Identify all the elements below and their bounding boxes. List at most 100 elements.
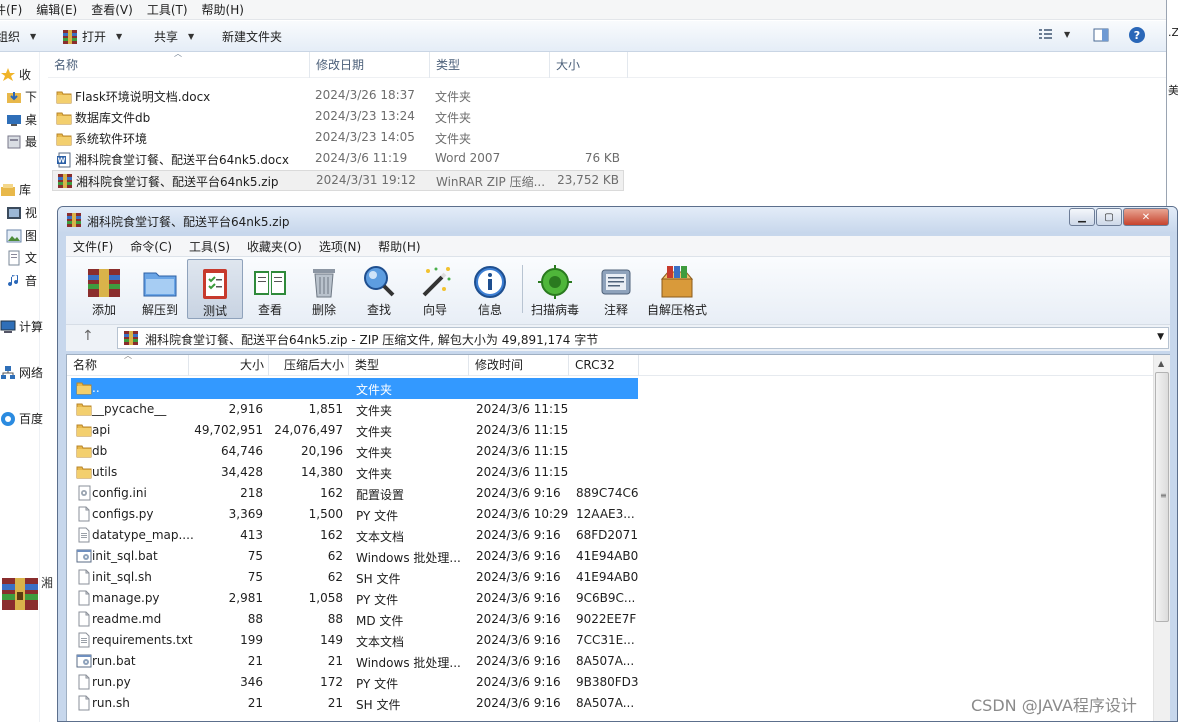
nav-baidu[interactable]: 百度 xyxy=(0,410,43,427)
entry-packed-size: 62 xyxy=(327,549,343,563)
menu-tools[interactable]: 工具(T) xyxy=(147,1,188,18)
nav-music[interactable]: 音 xyxy=(6,272,37,289)
wr-col-crc[interactable]: CRC32 xyxy=(569,355,639,376)
nav-network[interactable]: 网络 xyxy=(0,364,43,381)
nav-libraries[interactable]: 库 xyxy=(0,181,31,198)
add-button[interactable]: 添加 xyxy=(76,259,132,319)
file-row[interactable]: 系统软件环境 2024/3/23 14:05 文件夹 xyxy=(52,128,624,149)
test-button[interactable]: 测试 xyxy=(187,259,243,319)
nav-downloads[interactable]: 下 xyxy=(6,88,37,105)
archive-row[interactable]: run.sh 21 21 SH 文件 2024/3/6 9:16 8A507A... xyxy=(67,693,647,714)
delete-button[interactable]: 删除 xyxy=(296,259,352,319)
maximize-button[interactable]: ▢ xyxy=(1096,208,1122,226)
entry-mtime: 2024/3/6 11:15 xyxy=(476,465,569,479)
row-highlight: readme.md 88 88 MD 文件 2024/3/6 9:16 9022EE7F xyxy=(71,609,638,630)
file-row[interactable]: 湘科院食堂订餐、配送平台64nk5.zip 2024/3/31 19:12 WinR… xyxy=(52,170,624,191)
archive-row[interactable]: utils 34,428 14,380 文件夹 2024/3/6 11:15 xyxy=(67,462,647,483)
wr-col-size[interactable]: 大小 xyxy=(189,355,269,376)
wr-menu-commands[interactable]: 命令(C) xyxy=(130,238,172,255)
entry-size: 3,369 xyxy=(228,507,263,521)
file-row[interactable]: W 湘科院食堂订餐、配送平台64nk5.docx 2024/3/6 11:19 Wor… xyxy=(52,149,624,170)
entry-packed-size: 21 xyxy=(327,696,343,710)
file-row[interactable]: 数据库文件db 2024/3/23 13:24 文件夹 xyxy=(52,107,624,128)
archive-row[interactable]: api 49,702,951 24,076,497 文件夹 2024/3/6 11:15 xyxy=(67,420,647,441)
open-button[interactable]: 打开 ▼ xyxy=(62,28,122,45)
row-highlight: manage.py 2,981 1,058 PY 文件 2024/3/6 9:16 9C6… xyxy=(71,588,638,609)
dock-label: 湘 xyxy=(41,576,54,590)
archive-row[interactable]: manage.py 2,981 1,058 PY 文件 2024/3/6 9:16 9C6… xyxy=(67,588,647,609)
archive-row[interactable]: init_sql.sh 75 62 SH 文件 2024/3/6 9:16 41E94AB… xyxy=(67,567,647,588)
comment-button[interactable]: 注释 xyxy=(588,259,644,319)
archive-row[interactable]: db 64,746 20,196 文件夹 2024/3/6 11:15 xyxy=(67,441,647,462)
info-button[interactable]: 信息 xyxy=(462,259,518,319)
test-clipboard-icon xyxy=(203,269,227,299)
find-button[interactable]: 查找 xyxy=(351,259,407,319)
nav-recent[interactable]: 最 xyxy=(6,133,37,150)
archive-row[interactable]: configs.py 3,369 1,500 PY 文件 2024/3/6 10:29 1… xyxy=(67,504,647,525)
wr-col-type[interactable]: 类型 xyxy=(349,355,469,376)
winrar-icon[interactable] xyxy=(0,574,40,614)
music-library-icon xyxy=(8,274,19,286)
col-type[interactable]: 类型 xyxy=(430,52,550,78)
entry-size: 88 xyxy=(247,612,263,626)
tool-label: 注释 xyxy=(603,303,628,317)
share-button[interactable]: 共享 ▼ xyxy=(154,28,194,45)
archive-row[interactable]: requirements.txt 199 149 文本文档 2024/3/6 9:16 7… xyxy=(67,630,647,651)
file-icon xyxy=(76,674,92,690)
organize-button[interactable]: 组织 ▼ xyxy=(0,28,36,45)
entry-name: .. xyxy=(92,381,100,395)
wr-col-mtime[interactable]: 修改时间 xyxy=(469,355,569,376)
wr-menu-help[interactable]: 帮助(H) xyxy=(378,238,420,255)
menu-help[interactable]: 帮助(H) xyxy=(202,1,244,18)
nav-desktop[interactable]: 桌 xyxy=(6,111,37,128)
scroll-up-icon[interactable]: ▲ xyxy=(1158,359,1164,368)
menu-file[interactable]: 件(F) xyxy=(0,1,22,18)
wr-menu-favorites[interactable]: 收藏夹(O) xyxy=(247,238,302,255)
nav-computer[interactable]: 计算 xyxy=(0,318,43,335)
extract-to-button[interactable]: 解压到 xyxy=(132,259,188,319)
archive-row[interactable]: init_sql.bat 75 62 Windows 批处理... 2024/3/6 9… xyxy=(67,546,647,567)
file-row[interactable]: Flask环境说明文档.docx 2024/3/26 18:37 文件夹 xyxy=(52,86,624,107)
scrollbar-thumb[interactable]: ≡ xyxy=(1155,372,1169,622)
nav-videos[interactable]: 视 xyxy=(6,204,37,221)
wr-menu-options[interactable]: 选项(N) xyxy=(319,238,361,255)
entry-name: utils xyxy=(92,465,118,479)
nav-favorites[interactable]: 收 xyxy=(0,66,31,83)
dropdown-arrow-icon[interactable]: ▼ xyxy=(1157,332,1164,342)
nav-label: 下 xyxy=(25,90,38,104)
view-options-button[interactable]: ▼ xyxy=(1038,27,1070,41)
sfx-button[interactable]: 自解压格式 xyxy=(642,259,712,319)
help-button[interactable]: ? xyxy=(1128,26,1146,44)
archive-row[interactable]: .. 文件夹 xyxy=(67,378,647,399)
close-button[interactable]: ✕ xyxy=(1123,208,1169,226)
archive-row[interactable]: datatype_map.... 413 162 文本文档 2024/3/6 9:16 6… xyxy=(67,525,647,546)
scan-virus-button[interactable]: 扫描病毒 xyxy=(525,259,585,319)
view-button[interactable]: 查看 xyxy=(242,259,298,319)
archive-row[interactable]: readme.md 88 88 MD 文件 2024/3/6 9:16 9022EE7F xyxy=(67,609,647,630)
new-folder-button[interactable]: 新建文件夹 xyxy=(222,28,282,45)
archive-row[interactable]: run.py 346 172 PY 文件 2024/3/6 9:16 9B380FD3 xyxy=(67,672,647,693)
up-arrow-icon[interactable]: ↑ xyxy=(82,328,94,344)
winrar-title-bar[interactable]: 湘科院食堂订餐、配送平台64nk5.zip ▁ ▢ ✕ xyxy=(58,207,1177,233)
nav-documents[interactable]: 文 xyxy=(6,249,37,266)
preview-pane-button[interactable] xyxy=(1093,27,1109,43)
wizard-button[interactable]: 向导 xyxy=(407,259,463,319)
col-size[interactable]: 大小 xyxy=(550,52,628,78)
archive-row[interactable]: config.ini 218 162 配置设置 2024/3/6 9:16 889C74C… xyxy=(67,483,647,504)
menu-view[interactable]: 查看(V) xyxy=(91,1,133,18)
nav-pictures[interactable]: 图 xyxy=(6,227,37,244)
entry-type: PY 文件 xyxy=(356,509,399,523)
wr-menu-file[interactable]: 文件(F) xyxy=(73,238,113,255)
entry-type: SH 文件 xyxy=(356,698,401,712)
folder-icon xyxy=(56,131,72,147)
archive-row[interactable]: run.bat 21 21 Windows 批处理... 2024/3/6 9:16 8A… xyxy=(67,651,647,672)
entry-crc: 41E94AB0 xyxy=(576,549,639,563)
wr-menu-tools[interactable]: 工具(S) xyxy=(189,238,230,255)
wr-col-packed[interactable]: 压缩后大小 xyxy=(269,355,349,376)
vertical-scrollbar[interactable]: ▲ ≡ xyxy=(1153,355,1170,721)
archive-path-field[interactable]: 湘科院食堂订餐、配送平台64nk5.zip - ZIP 压缩文件, 解包大小为 … xyxy=(117,327,1169,349)
menu-edit[interactable]: 编辑(E) xyxy=(36,1,77,18)
minimize-button[interactable]: ▁ xyxy=(1069,208,1095,226)
archive-row[interactable]: __pycache__ 2,916 1,851 文件夹 2024/3/6 11:15 xyxy=(67,399,647,420)
col-date[interactable]: 修改日期 xyxy=(310,52,430,78)
